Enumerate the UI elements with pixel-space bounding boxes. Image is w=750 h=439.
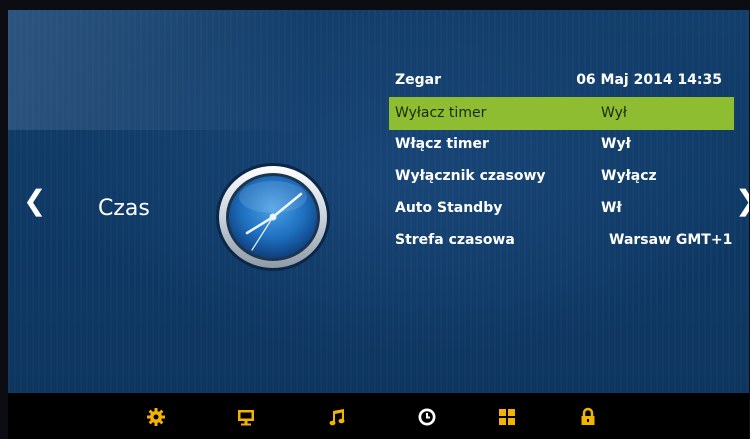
bottom-menu-bar <box>8 393 749 439</box>
menu-row-auto-standby[interactable]: Auto Standby Wł <box>389 192 734 224</box>
menu-row-sleep-timer[interactable]: Wyłącznik czasowy Wyłącz <box>389 160 734 192</box>
background-glow <box>8 10 308 130</box>
menu-row-value: Wł <box>601 200 622 216</box>
menu-row-label: Strefa czasowa <box>395 232 515 248</box>
tv-menu-screen: ❮ ❯ Czas <box>8 10 749 393</box>
menu-row-value: Wył <box>601 105 627 121</box>
previous-page-arrow[interactable]: ❮ <box>23 186 46 216</box>
menu-row-value: Wyłącz <box>601 168 657 184</box>
clock-label: Zegar <box>395 72 442 88</box>
settings-gear-icon[interactable] <box>146 407 166 427</box>
clock-icon[interactable] <box>417 407 437 427</box>
clock-illustration-icon <box>214 161 332 273</box>
menu-row-value: Wył <box>601 136 631 152</box>
menu-row-on-timer[interactable]: Włącz timer Wył <box>389 128 734 160</box>
apps-grid-icon[interactable] <box>497 407 517 427</box>
next-page-arrow[interactable]: ❯ <box>735 186 749 216</box>
menu-row-value: Warsaw GMT+1 <box>609 232 733 248</box>
monitor-icon[interactable] <box>236 407 256 427</box>
menu-row-label: Wyłącznik czasowy <box>395 168 546 184</box>
clock-header-row: Zegar 06 Maj 2014 14:35 <box>389 68 734 92</box>
menu-row-sleep-timer-off[interactable]: Wyłacz timer Wył <box>389 97 734 130</box>
menu-row-label: Auto Standby <box>395 200 503 216</box>
time-settings-menu: Zegar 06 Maj 2014 14:35 Wyłacz timer Wył… <box>389 68 734 256</box>
menu-row-label: Włącz timer <box>395 136 489 152</box>
menu-row-time-zone[interactable]: Strefa czasowa Warsaw GMT+1 <box>389 224 734 256</box>
section-title: Czas <box>98 196 150 221</box>
clock-datetime-value: 06 Maj 2014 14:35 <box>576 72 722 88</box>
menu-row-label: Wyłacz timer <box>395 105 487 121</box>
music-note-icon[interactable] <box>327 407 347 427</box>
lock-icon[interactable] <box>578 407 598 427</box>
